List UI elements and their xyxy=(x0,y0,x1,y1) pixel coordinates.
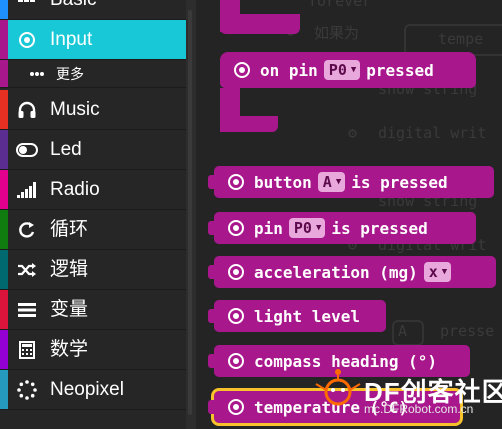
event-block-bottom[interactable] xyxy=(220,116,278,132)
block-notch xyxy=(208,221,216,235)
ring-dots-icon xyxy=(16,379,38,401)
block-text: compass heading (°) xyxy=(254,351,438,371)
category-label: Radio xyxy=(50,179,100,200)
category-color-bar xyxy=(0,330,8,369)
category-input[interactable]: Input xyxy=(0,20,186,60)
chevron-down-icon: ▼ xyxy=(350,65,357,75)
chevron-down-icon: ▼ xyxy=(441,267,448,277)
block-text: button xyxy=(254,172,312,192)
category-color-bar xyxy=(0,0,8,19)
button-is-pressed-block[interactable]: button A ▼ is pressed xyxy=(208,166,494,198)
ghost-digital-write-text: digital writ xyxy=(378,124,487,142)
category-color-bar xyxy=(0,130,8,169)
acceleration-block[interactable]: acceleration (mg) x ▼ xyxy=(208,256,496,288)
category-color-bar xyxy=(0,170,8,209)
category-label: 数学 xyxy=(50,339,89,360)
category-label: Input xyxy=(50,29,93,50)
light-level-block[interactable]: light level xyxy=(208,300,386,332)
radio-target-icon xyxy=(16,29,38,51)
ghost-temp-text: tempe xyxy=(438,30,484,48)
dropdown-value: P0 xyxy=(293,219,312,237)
category-color-bar xyxy=(0,210,8,249)
category-label: Neopixel xyxy=(50,379,124,400)
category-label: 逻辑 xyxy=(50,259,89,280)
category-label: 更多 xyxy=(56,66,84,82)
button-dropdown[interactable]: A ▼ xyxy=(317,172,346,192)
grid-icon xyxy=(16,0,38,11)
block-text: acceleration (mg) xyxy=(254,262,418,282)
category-logic[interactable]: 逻辑 xyxy=(0,250,186,290)
pin-dropdown[interactable]: P0 ▼ xyxy=(323,60,361,80)
axis-dropdown[interactable]: x ▼ xyxy=(423,262,452,282)
gear-icon: ⚙ xyxy=(348,124,358,142)
category-basic[interactable]: Basic xyxy=(0,0,186,20)
category-led[interactable]: Led xyxy=(0,130,186,170)
category-color-bar xyxy=(0,60,8,87)
category-music[interactable]: Music xyxy=(0,90,186,130)
calculator-icon xyxy=(16,339,38,361)
block-text: temperature (°C) xyxy=(254,397,409,417)
input-block-icon xyxy=(228,264,244,280)
category-color-bar xyxy=(0,290,8,329)
block-notch xyxy=(208,309,216,323)
temperature-block[interactable]: temperature (°C) xyxy=(208,388,463,426)
refresh-icon xyxy=(16,219,38,241)
category-neopixel[interactable]: Neopixel xyxy=(0,370,186,410)
compass-heading-block[interactable]: compass heading (°) xyxy=(208,345,470,377)
shuffle-icon xyxy=(16,259,38,281)
block-text: is pressed xyxy=(351,172,448,192)
ghost-if-text: 如果为 xyxy=(314,25,360,42)
input-block-icon xyxy=(234,62,250,78)
category-label: Music xyxy=(50,99,100,120)
ghost-a-text: A xyxy=(398,322,408,340)
category-color-bar xyxy=(0,370,8,409)
hat-block-bottom[interactable] xyxy=(220,14,300,34)
block-notch xyxy=(208,175,216,189)
block-notch xyxy=(208,400,216,414)
category-label: 循环 xyxy=(50,219,89,240)
chevron-down-icon: ▼ xyxy=(335,177,342,187)
block-notch xyxy=(208,354,216,368)
category-math[interactable]: 数学 xyxy=(0,330,186,370)
dropdown-value: x xyxy=(428,263,438,281)
lines-icon xyxy=(16,299,38,321)
ghost-dropdown-box xyxy=(392,320,424,346)
more-dots-icon xyxy=(26,63,48,85)
category-label: Led xyxy=(50,139,82,160)
on-pin-pressed-block[interactable]: on pin P0 ▼ pressed xyxy=(220,52,476,88)
headphones-icon xyxy=(16,99,38,121)
category-color-bar xyxy=(0,250,8,289)
block-text: is pressed xyxy=(331,218,428,238)
block-notch xyxy=(208,265,216,279)
input-block-icon xyxy=(228,220,244,236)
pin-is-pressed-block[interactable]: pin P0 ▼ is pressed xyxy=(208,212,476,244)
input-block-icon xyxy=(228,174,244,190)
input-block-icon xyxy=(228,308,244,324)
block-text: pressed xyxy=(366,60,434,80)
chevron-down-icon: ▼ xyxy=(315,223,322,233)
block-text: pin xyxy=(254,218,283,238)
ghost-forever-text: forever xyxy=(308,0,372,10)
block-text: on pin xyxy=(260,60,318,80)
dropdown-value: P0 xyxy=(328,61,347,79)
signal-bars-icon xyxy=(16,179,38,201)
workspace[interactable]: forever ⚙ 如果为 tempe show string ⚙ digita… xyxy=(196,0,502,429)
category-label: 变量 xyxy=(50,299,89,320)
pin-dropdown[interactable]: P0 ▼ xyxy=(288,218,326,238)
input-block-icon xyxy=(228,399,244,415)
toggle-icon xyxy=(16,139,38,161)
ghost-pressed-text: presse xyxy=(440,322,495,340)
category-color-bar xyxy=(0,90,8,129)
category-input-more[interactable]: 更多 xyxy=(0,60,186,88)
category-variables[interactable]: 变量 xyxy=(0,290,186,330)
category-radio[interactable]: Radio xyxy=(0,170,186,210)
category-loops[interactable]: 循环 xyxy=(0,210,186,250)
block-text: light level xyxy=(254,306,360,326)
toolbox-scrollbar-thumb[interactable] xyxy=(188,10,192,415)
category-label: Basic xyxy=(50,0,96,11)
input-block-icon xyxy=(228,353,244,369)
dropdown-value: A xyxy=(322,173,332,191)
toolbox: Basic Input 更多 Music Led Radio xyxy=(0,0,186,429)
category-color-bar xyxy=(0,20,8,59)
